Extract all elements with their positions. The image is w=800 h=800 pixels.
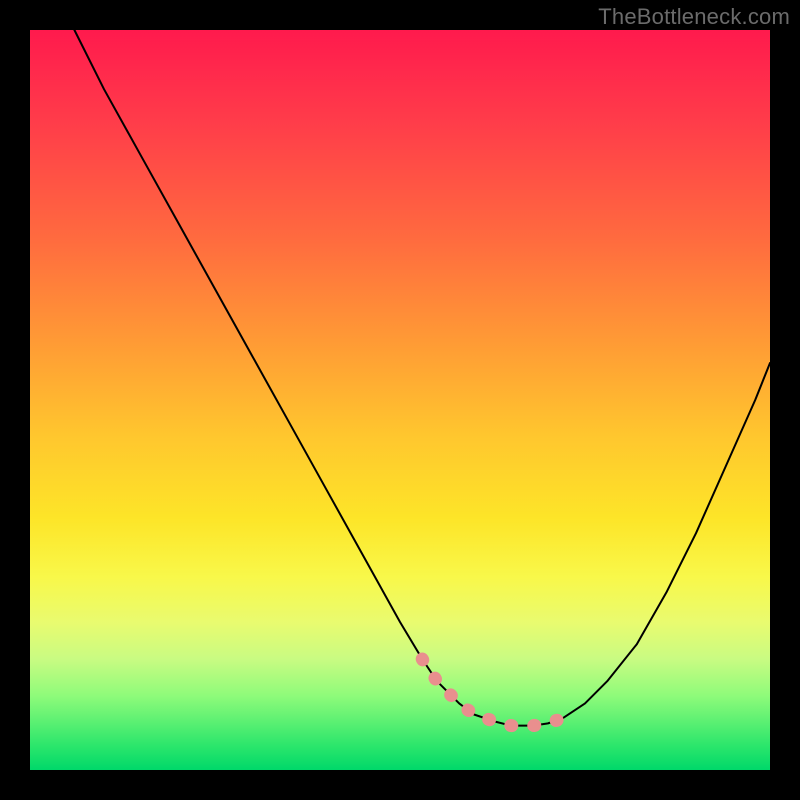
watermark-label: TheBottleneck.com [598, 4, 790, 30]
plot-area [30, 30, 770, 770]
chart-frame: TheBottleneck.com [0, 0, 800, 800]
curve-svg [30, 30, 770, 770]
bottom-highlight [422, 659, 563, 726]
bottleneck-curve [74, 30, 770, 726]
